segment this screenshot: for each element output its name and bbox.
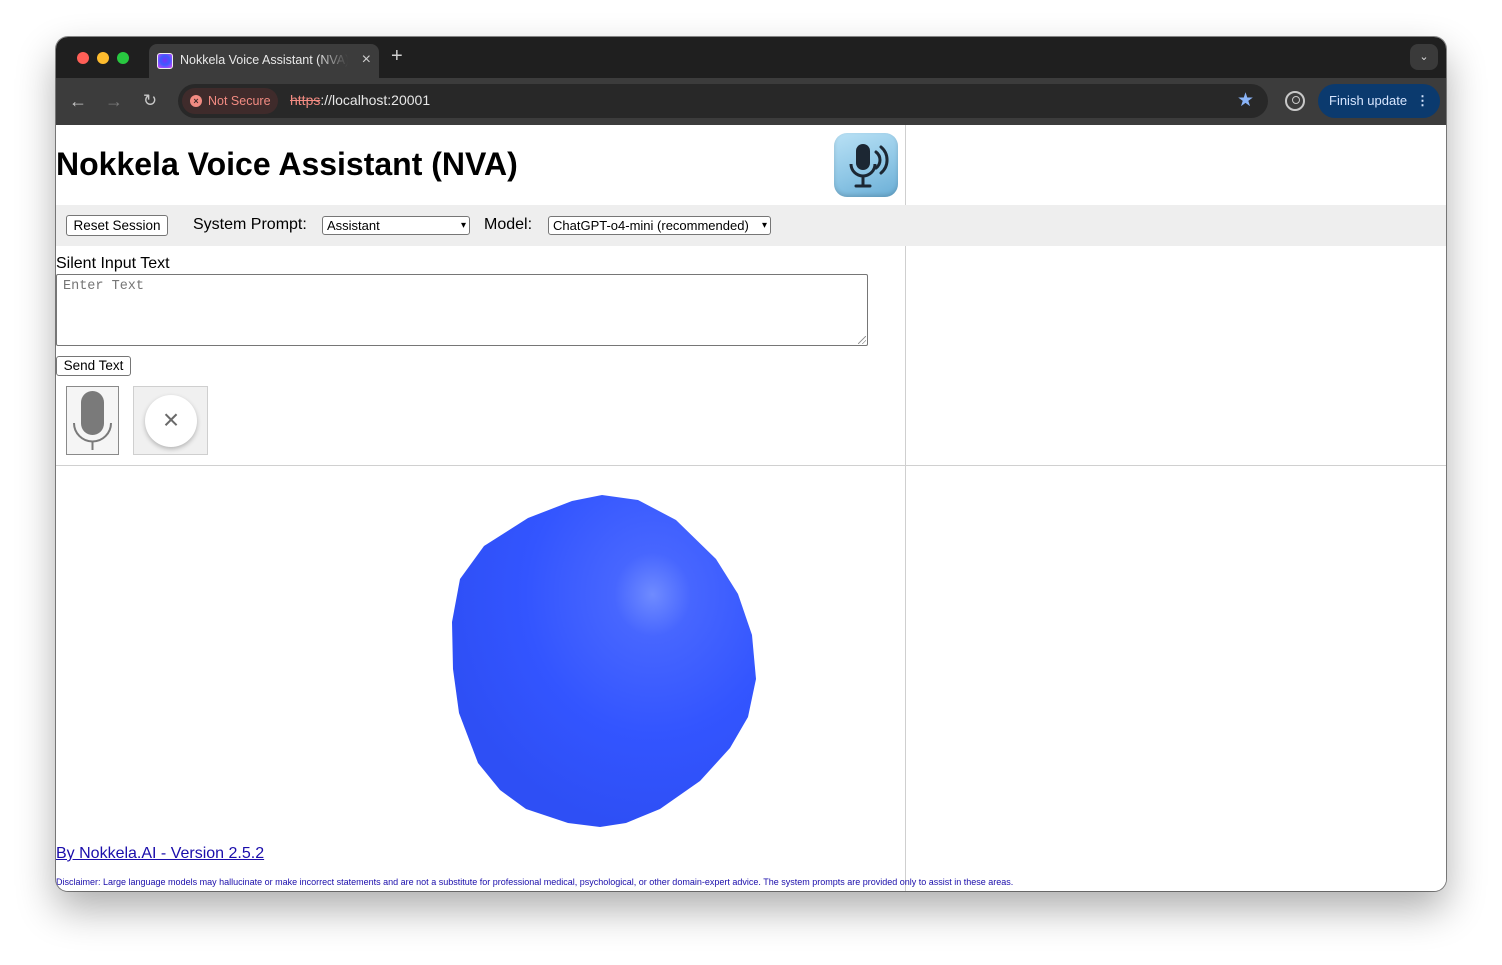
forward-button[interactable]: → (103, 90, 125, 112)
star-icon[interactable]: ★ (1237, 90, 1254, 112)
minimize-window-button[interactable] (97, 52, 109, 64)
microphone-icon (849, 144, 889, 188)
tab-close-icon[interactable]: × (362, 52, 371, 68)
resize-handle[interactable] (858, 336, 866, 344)
chevron-down-icon: ▾ (460, 220, 466, 231)
tab-search-button[interactable]: ⌄ (1410, 44, 1438, 70)
tab-title: Nokkela Voice Assistant (NVA) (180, 53, 348, 67)
tab-active[interactable]: Nokkela Voice Assistant (NVA) × (149, 44, 379, 78)
page-title: Nokkela Voice Assistant (NVA) (56, 146, 518, 182)
close-icon: × (145, 395, 197, 447)
new-tab-button[interactable]: + (391, 46, 403, 66)
system-prompt-value: Assistant (327, 218, 380, 233)
maximize-window-button[interactable] (117, 52, 129, 64)
tab-strip: Nokkela Voice Assistant (NVA) × + ⌄ (56, 37, 1446, 78)
url-text[interactable]: https://localhost:20001 (290, 92, 430, 108)
chevron-down-icon: ⌄ (1419, 51, 1429, 63)
finish-update-button[interactable]: Finish update ⋮ (1318, 84, 1440, 118)
disclaimer-text: Disclaimer: Large language models may ha… (56, 877, 1014, 887)
warning-icon: × (190, 95, 202, 107)
favicon-icon (157, 53, 173, 69)
textarea-placeholder: Enter Text (63, 279, 145, 294)
controls-bar: Reset Session System Prompt: Assistant ▾… (56, 205, 1446, 246)
microphone-button[interactable] (66, 386, 119, 455)
cancel-button[interactable]: × (133, 386, 208, 455)
back-button[interactable]: ← (67, 90, 89, 112)
browser-window: Nokkela Voice Assistant (NVA) × + ⌄ ← → … (56, 37, 1446, 891)
url-host: ://localhost:20001 (320, 92, 431, 108)
more-icon: ⋮ (1416, 93, 1429, 108)
security-label: Not Secure (208, 94, 271, 108)
voice-visualizer-blob (452, 495, 756, 827)
url-scheme: https (290, 92, 321, 108)
page-content: Nokkela Voice Assistant (NVA) Reset Sess… (56, 125, 1446, 891)
silent-input-label: Silent Input Text (56, 255, 170, 272)
app-logo (834, 133, 898, 197)
system-prompt-label: System Prompt: (193, 216, 307, 233)
reset-session-button[interactable]: Reset Session (66, 215, 168, 236)
microphone-icon (73, 391, 112, 450)
security-chip[interactable]: × Not Secure (182, 88, 278, 114)
model-select[interactable]: ChatGPT-o4-mini (recommended) ▾ (548, 216, 771, 235)
address-bar[interactable]: × Not Secure https://localhost:20001 ★ (178, 84, 1268, 118)
browser-toolbar: ← → ↻ × Not Secure https://localhost:200… (56, 78, 1446, 125)
footer-link[interactable]: By Nokkela.AI - Version 2.5.2 (56, 845, 264, 863)
silent-input-textarea[interactable]: Enter Text (56, 274, 868, 346)
reload-button[interactable]: ↻ (139, 90, 161, 112)
section-divider (56, 465, 1446, 466)
profile-icon[interactable] (1285, 91, 1305, 111)
chevron-down-icon: ▾ (761, 220, 767, 231)
model-label: Model: (484, 216, 533, 233)
system-prompt-select[interactable]: Assistant ▾ (322, 216, 470, 235)
close-window-button[interactable] (77, 52, 89, 64)
model-value: ChatGPT-o4-mini (recommended) (553, 218, 749, 233)
finish-update-label: Finish update (1329, 93, 1408, 108)
send-text-button[interactable]: Send Text (56, 356, 131, 376)
